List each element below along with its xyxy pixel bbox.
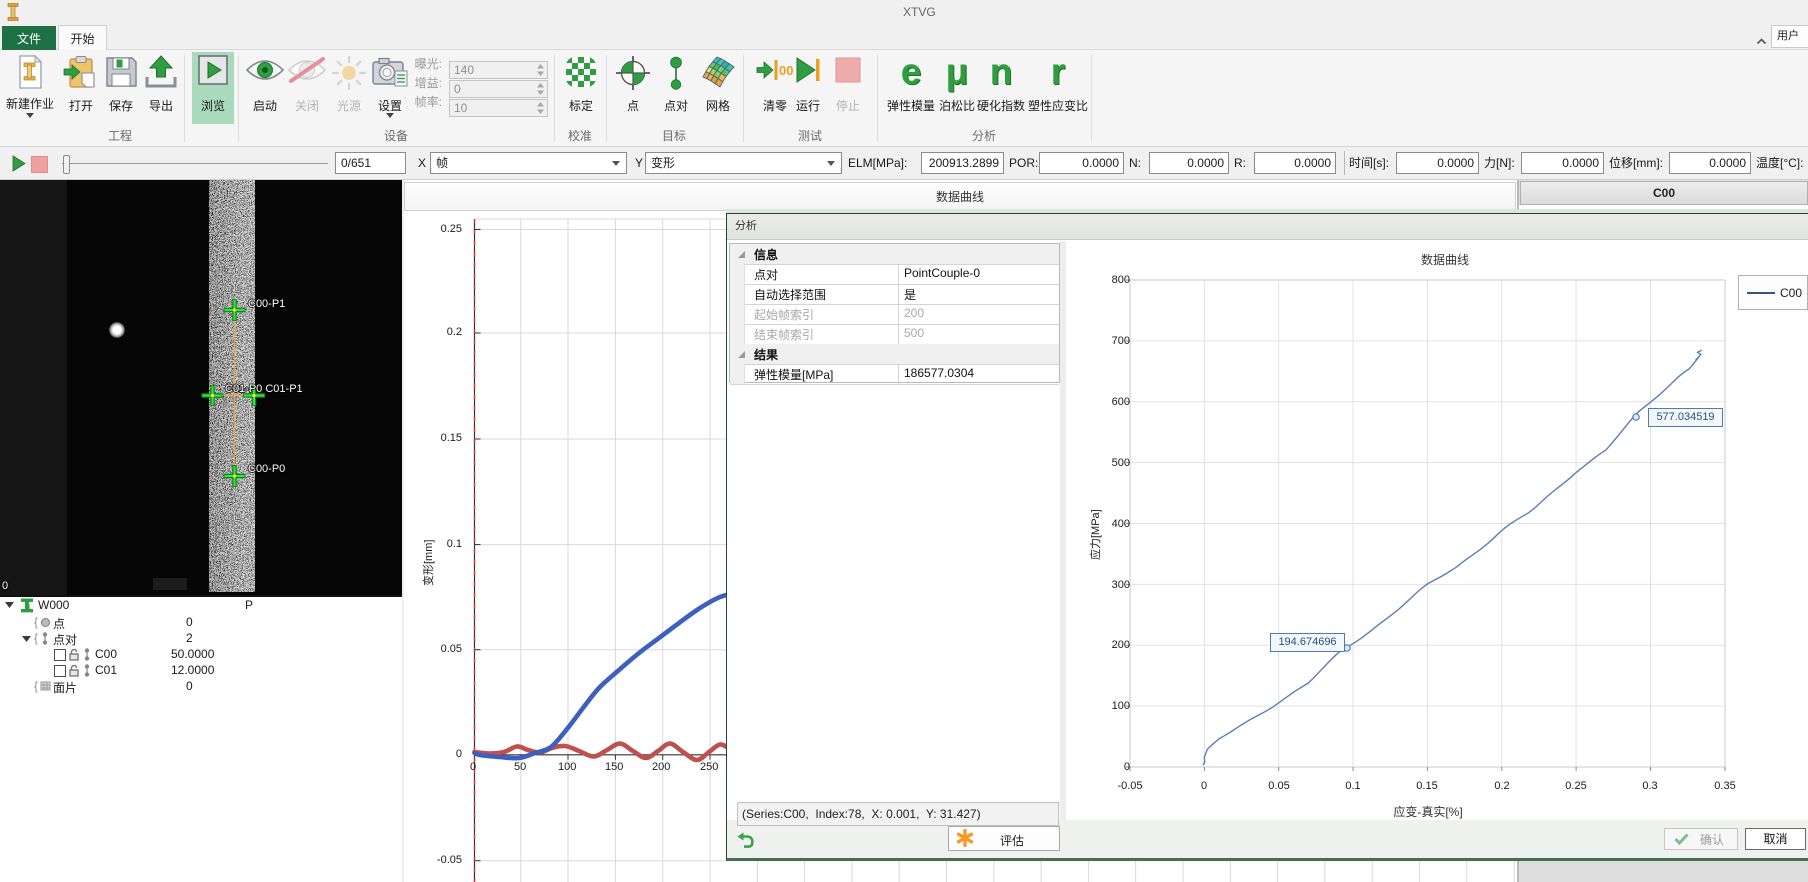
svg-text:0: 0 (2, 580, 8, 592)
svg-text:C00-P1: C00-P1 (248, 298, 285, 310)
svg-text:C00-P0: C00-P0 (248, 463, 285, 475)
svg-text:C01-P0 C01-P1: C01-P0 C01-P1 (225, 383, 303, 395)
